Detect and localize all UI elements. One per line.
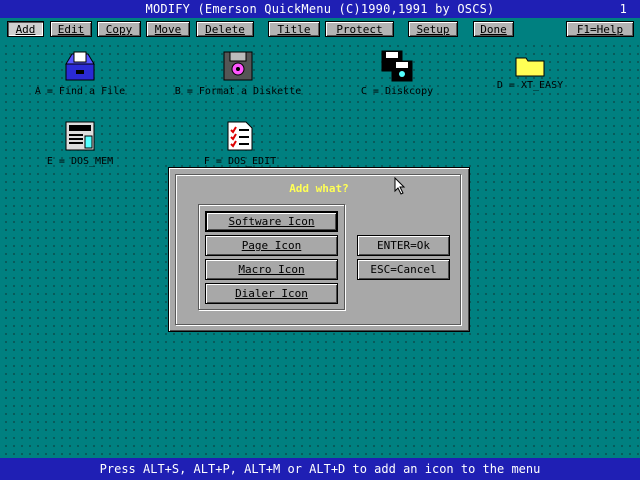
icon-label: A = Find a File <box>34 86 126 97</box>
page-number: 1 <box>619 2 627 16</box>
window-title: MODIFY (Emerson QuickMenu (C)1990,1991 b… <box>145 2 495 16</box>
file-box-icon <box>65 51 95 81</box>
dialog-title: Add what? <box>289 182 349 195</box>
status-bar: Press ALT+S, ALT+P, ALT+M or ALT+D to ad… <box>0 458 640 480</box>
add-what-dialog: Add what? Software Icon Page Icon Macro … <box>168 167 470 332</box>
delete-button[interactable]: Delete <box>196 21 254 37</box>
mouse-pointer-icon <box>394 177 406 195</box>
icon-label: B = Format a Diskette <box>174 86 302 97</box>
copy-button[interactable]: Copy <box>97 21 141 37</box>
macro-icon-button[interactable]: Macro Icon <box>205 259 338 280</box>
add-button[interactable]: Add <box>7 21 44 37</box>
diskette-icon <box>223 51 253 81</box>
protect-button[interactable]: Protect <box>325 21 394 37</box>
help-button[interactable]: F1=Help <box>566 21 634 37</box>
title-button[interactable]: Title <box>268 21 320 37</box>
diskcopy-icon <box>381 50 413 82</box>
computer-icon <box>65 121 95 151</box>
folder-icon <box>515 57 545 77</box>
move-button[interactable]: Move <box>146 21 190 37</box>
software-icon-button[interactable]: Software Icon <box>205 211 338 232</box>
edit-button[interactable]: Edit <box>50 21 92 37</box>
icon-label: E = DOS_MEM <box>46 156 114 167</box>
dialer-icon-button[interactable]: Dialer Icon <box>205 283 338 304</box>
menu-bar: Add Edit Copy Move Delete Title Protect … <box>0 18 640 42</box>
done-button[interactable]: Done <box>473 21 514 37</box>
cancel-button[interactable]: ESC=Cancel <box>357 259 450 280</box>
checklist-icon <box>227 121 253 151</box>
setup-button[interactable]: Setup <box>408 21 458 37</box>
page-icon-button[interactable]: Page Icon <box>205 235 338 256</box>
icon-label: D = XT_EASY <box>496 80 564 91</box>
icon-label: C = Diskcopy <box>360 86 434 97</box>
ok-button[interactable]: ENTER=Ok <box>357 235 450 256</box>
title-bar: MODIFY (Emerson QuickMenu (C)1990,1991 b… <box>0 0 640 18</box>
